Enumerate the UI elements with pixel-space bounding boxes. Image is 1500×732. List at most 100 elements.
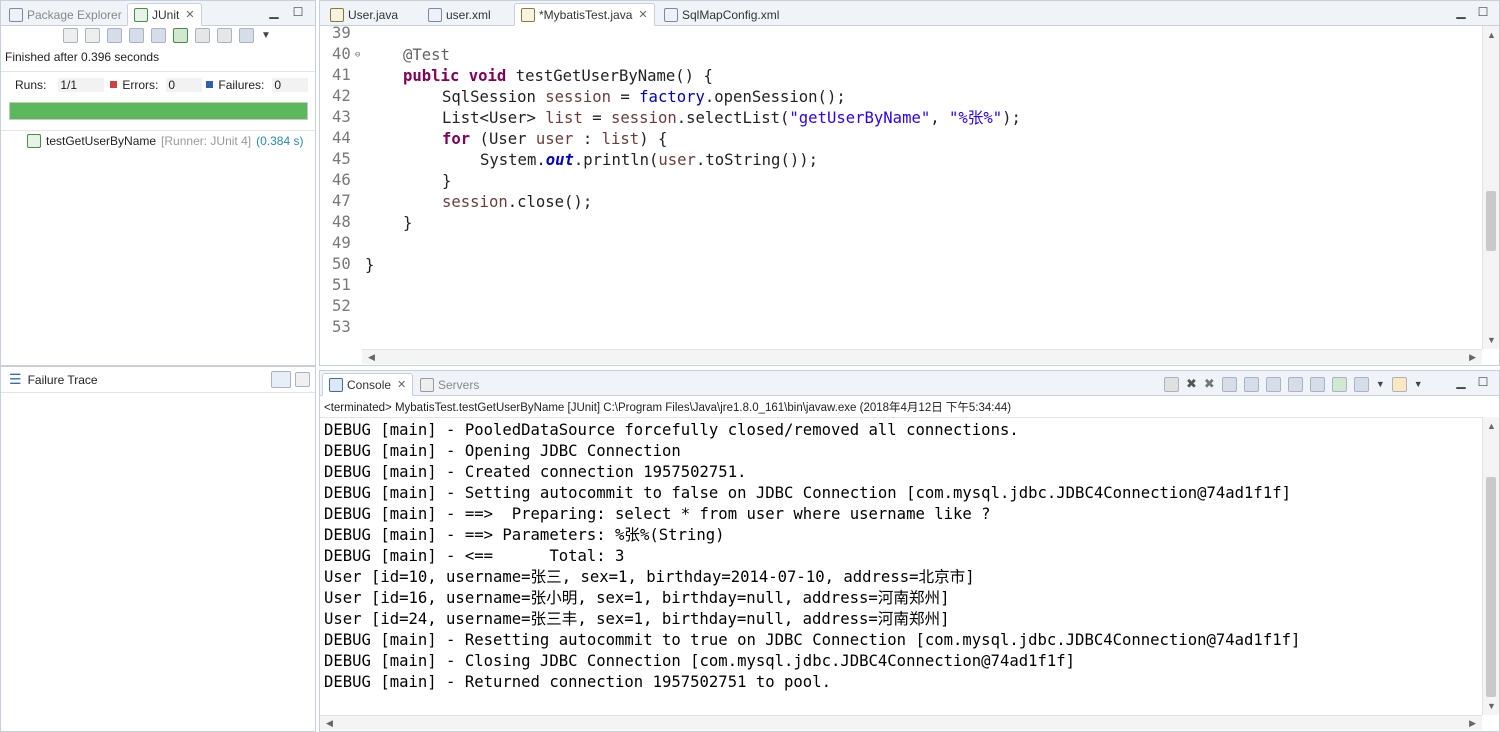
errors-value: 0 <box>166 77 203 92</box>
console-output[interactable]: DEBUG [main] - PooledDataSource forceful… <box>320 417 1482 715</box>
code-text: System. <box>480 151 546 169</box>
package-explorer-icon <box>9 7 23 22</box>
console-vertical-scrollbar[interactable]: ▲ ▼ <box>1482 417 1499 715</box>
field: factory <box>639 88 705 106</box>
show-console-stderr-icon[interactable] <box>1309 376 1325 392</box>
close-icon[interactable]: ✕ <box>185 8 194 21</box>
minimize-icon[interactable]: ▁ <box>1454 375 1468 389</box>
next-failure-icon[interactable] <box>63 28 78 43</box>
console-line: DEBUG [main] - Returned connection 19575… <box>324 673 831 691</box>
console-line: DEBUG [main] - Opening JDBC Connection <box>324 442 681 460</box>
tab-package-explorer[interactable]: Package Explorer <box>3 3 128 26</box>
show-console-stdout-icon[interactable] <box>1287 376 1303 392</box>
tab-mybatistest-java[interactable]: *MybatisTest.java ✕ <box>514 3 655 26</box>
show-failures-only-icon[interactable] <box>107 28 122 43</box>
string-literal: "getUserByName" <box>789 109 931 127</box>
scroll-left-icon[interactable]: ◀ <box>326 718 333 729</box>
code-editor[interactable]: 39 40 ⊖ 41 42 43 44 45 46 47 48 49 50 51… <box>320 26 1482 349</box>
line-number: 40 <box>332 45 351 63</box>
compare-result-icon[interactable] <box>295 372 310 387</box>
java-file-icon <box>330 7 344 22</box>
tab-servers[interactable]: Servers <box>414 373 485 396</box>
remove-all-terminated-icon[interactable]: ✖ <box>1204 376 1215 392</box>
java-file-icon <box>521 7 535 22</box>
maximize-icon[interactable]: ☐ <box>1476 5 1490 19</box>
scroll-right-icon[interactable]: ▶ <box>1469 718 1476 729</box>
code-line: System.out.println(user.toString()); <box>480 150 818 171</box>
minimize-icon[interactable]: ▁ <box>267 5 281 19</box>
layout-icon[interactable] <box>151 28 166 43</box>
pin-console-icon[interactable] <box>1331 376 1347 392</box>
keyword: void <box>468 67 507 85</box>
scroll-lock-icon[interactable] <box>1243 376 1259 392</box>
tab-sqlmapconfig-xml[interactable]: SqlMapConfig.xml <box>658 3 785 26</box>
rerun-test-icon[interactable] <box>173 28 188 43</box>
progress-bar <box>9 102 308 120</box>
progress-fill <box>10 103 307 119</box>
tab-junit[interactable]: JUnit ✕ <box>127 3 202 26</box>
scroll-right-icon[interactable]: ▶ <box>1469 352 1476 363</box>
scroll-down-icon[interactable]: ▼ <box>1487 335 1496 345</box>
console-horizontal-scrollbar[interactable]: ◀ ▶ <box>320 715 1482 730</box>
list-icon: ☰ <box>9 371 22 387</box>
xml-file-icon <box>664 7 678 22</box>
tab-servers-label: Servers <box>438 377 480 392</box>
close-icon[interactable]: ✕ <box>638 8 647 21</box>
scroll-left-icon[interactable]: ◀ <box>368 352 375 363</box>
terminate-icon[interactable] <box>1164 376 1179 392</box>
scroll-up-icon[interactable]: ▲ <box>1487 30 1496 40</box>
tab-console[interactable]: Console ✕ <box>322 373 414 396</box>
chevron-down-icon[interactable]: ▼ <box>1414 379 1423 389</box>
code-text: : <box>573 130 602 148</box>
remove-launch-icon[interactable]: ✖ <box>1186 376 1197 392</box>
close-icon[interactable]: ✕ <box>397 378 406 391</box>
line-number: 44 <box>332 129 351 147</box>
scroll-down-icon[interactable]: ▼ <box>1487 701 1496 711</box>
editor-area: User.java user.xml *MybatisTest.java ✕ S… <box>319 0 1500 366</box>
console-icon <box>329 377 343 392</box>
rerun-failures-icon[interactable] <box>195 28 210 43</box>
code-line: session.close(); <box>442 192 592 213</box>
display-selected-console-icon[interactable] <box>1353 376 1369 392</box>
scroll-thumb[interactable] <box>1486 477 1496 697</box>
scroll-thumb[interactable] <box>1486 191 1496 251</box>
code-text: .toString()); <box>695 151 819 169</box>
junit-counters: Runs: 1/1 Errors: 0 Failures: 0 <box>1 71 315 97</box>
test-history-icon[interactable] <box>239 28 254 43</box>
editor-vertical-scrollbar[interactable]: ▲ ▼ <box>1482 26 1499 349</box>
test-tree-item[interactable]: testGetUserByName [Runner: JUnit 4] (0.3… <box>27 134 303 148</box>
tab-user-xml[interactable]: user.xml <box>422 3 497 26</box>
fold-icon[interactable]: ⊖ <box>355 50 360 60</box>
tab-sqlmapconfig-label: SqlMapConfig.xml <box>682 7 780 22</box>
code-line: } <box>442 171 451 192</box>
line-number: 49 <box>332 234 351 252</box>
tab-user-java[interactable]: User.java <box>324 3 404 26</box>
stop-icon[interactable] <box>217 28 232 43</box>
previous-failure-icon[interactable] <box>85 28 100 43</box>
view-menu-icon[interactable]: ▼ <box>261 30 271 41</box>
open-console-icon[interactable] <box>1391 376 1407 392</box>
console-line: DEBUG [main] - Created connection 195750… <box>324 463 747 481</box>
maximize-icon[interactable]: ☐ <box>291 5 305 19</box>
xml-file-icon <box>428 7 442 22</box>
chevron-down-icon[interactable]: ▼ <box>1376 379 1385 389</box>
scroll-lock-icon[interactable] <box>129 28 144 43</box>
code-text: .println( <box>573 151 659 169</box>
tab-mybatistest-label: *MybatisTest.java <box>539 7 633 22</box>
failure-icon <box>206 81 214 88</box>
minimize-icon[interactable]: ▁ <box>1454 5 1468 19</box>
variable: list <box>601 130 640 148</box>
failures-value: 0 <box>272 77 309 92</box>
editor-horizontal-scrollbar[interactable]: ◀ ▶ <box>362 349 1482 364</box>
console-line: User [id=24, username=张三丰, sex=1, birthd… <box>324 610 950 628</box>
line-number: 46 <box>332 171 351 189</box>
maximize-icon[interactable]: ☐ <box>1476 375 1490 389</box>
clear-console-icon[interactable] <box>1221 376 1237 392</box>
word-wrap-icon[interactable] <box>1265 376 1281 392</box>
code-line: public void testGetUserByName() { <box>403 66 713 87</box>
code-text: ); <box>1002 109 1021 127</box>
variable: session <box>611 109 677 127</box>
junit-icon <box>134 7 148 22</box>
scroll-up-icon[interactable]: ▲ <box>1487 421 1496 431</box>
filter-stack-icon[interactable] <box>271 371 291 388</box>
